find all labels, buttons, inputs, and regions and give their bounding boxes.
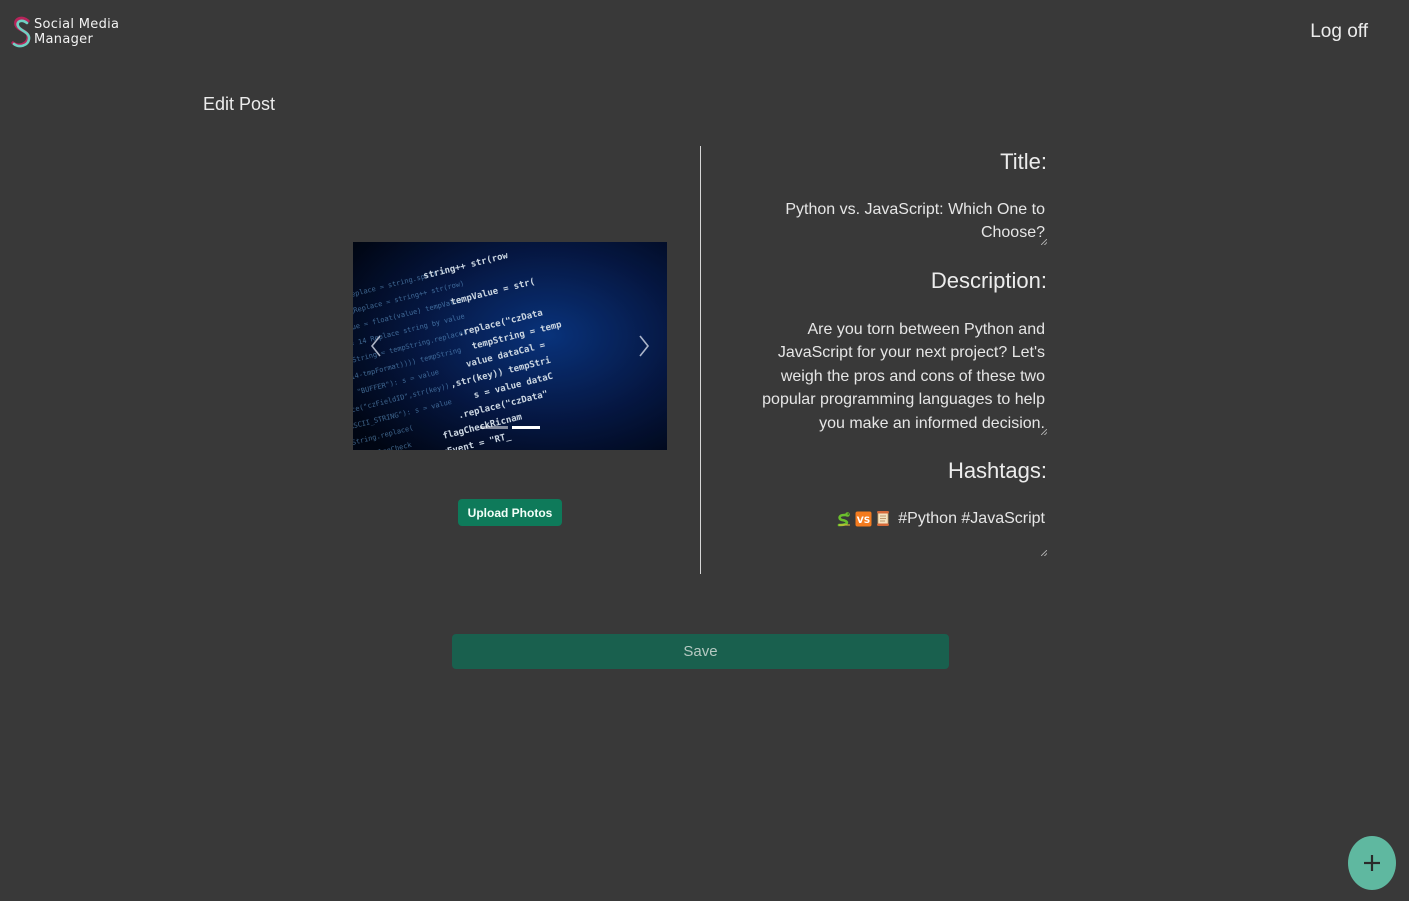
carousel-indicator[interactable] [480,426,508,429]
app-name-line1: Social Media [34,17,120,32]
carousel-prev-button[interactable] [365,332,389,360]
title-field[interactable]: Python vs. JavaScript: Which One to Choo… [757,198,1047,245]
description-line: JavaScript for your next project? Let's [777,344,1045,362]
description-field[interactable]: Are you torn between Python and JavaScri… [737,318,1047,436]
vs-icon: VS [855,511,872,527]
column-divider [700,146,701,574]
description-line: Are you torn between Python and [807,321,1046,338]
carousel-next-button[interactable] [631,332,655,360]
carousel-indicators [480,426,540,429]
save-button[interactable]: Save [452,634,949,669]
carousel-image: tmpl.replace = string.split = ) stringRe… [353,242,667,450]
logo-s-icon [11,16,31,48]
edit-post-page: Social Media Manager Log off Edit Post t… [0,0,1409,901]
app-logo[interactable]: Social Media Manager [11,15,119,49]
add-post-button[interactable] [1348,836,1396,890]
title-value-line1: Python vs. JavaScript: Which One to [785,201,1045,218]
description-line: popular programming languages to help [762,391,1045,409]
page-title: Edit Post [203,94,276,114]
description-line: you make an informed decision. [819,414,1045,432]
resize-grip-icon[interactable] [1041,238,1047,245]
hashtags-field[interactable]: VS #Python #JavaScript [757,507,1047,556]
svg-text:VS: VS [857,516,870,526]
snake-icon [837,511,851,527]
resize-grip-icon[interactable] [1041,429,1047,436]
plus-icon [1364,855,1380,871]
resize-grip-icon[interactable] [1041,550,1047,556]
hashtags-text: #Python #JavaScript [898,510,1045,527]
hashtags-label: Hashtags: [947,458,1047,483]
title-label: Title: [1000,149,1047,174]
logout-link[interactable]: Log off [1310,21,1368,43]
description-label: Description: [930,268,1047,293]
carousel-indicator-active[interactable] [512,426,540,429]
description-line: weigh the pros and cons of these two [780,367,1045,385]
app-name-line2: Manager [34,32,94,47]
title-value-line2: Choose? [980,224,1045,242]
chevron-right-icon [639,335,650,357]
photo-carousel[interactable]: tmpl.replace = string.split = ) stringRe… [353,242,667,450]
scroll-icon [877,511,890,527]
app-name: Social Media Manager [34,17,119,47]
upload-photos-button[interactable]: Upload Photos [458,499,562,526]
chevron-left-icon [370,335,381,357]
